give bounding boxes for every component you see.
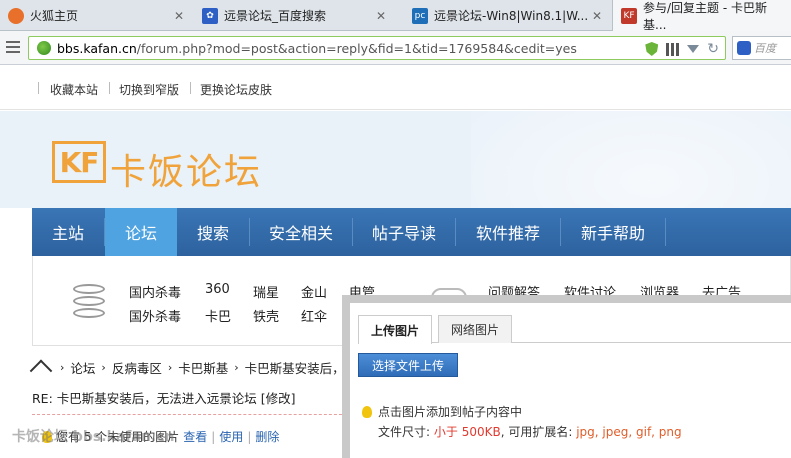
close-icon[interactable]: ✕ — [174, 9, 184, 23]
breadcrumb-thread[interactable]: 卡巴斯基安装后，无 — [245, 358, 358, 377]
url-domain: bbs.kafan.cn — [57, 40, 137, 56]
sub-link-intl-antivirus[interactable]: 国外杀毒 — [129, 306, 181, 325]
chevron-right-icon: › — [60, 360, 65, 374]
browser-tab-firefox-home[interactable]: 火狐主页 ✕ — [0, 0, 192, 31]
top-links-bar: 收藏本站 切换到窄版 更换论坛皮肤 — [0, 66, 791, 110]
kafan-logo-text[interactable]: 卡饭论坛 — [110, 143, 262, 195]
chevron-right-icon: › — [167, 360, 173, 374]
address-bar[interactable]: bbs.kafan.cn/forum.php?mod=post&action=r… — [28, 36, 726, 60]
change-skin-link[interactable]: 更换论坛皮肤 — [200, 81, 272, 98]
sub-link-360[interactable]: 360 — [205, 282, 230, 297]
divider: | — [247, 429, 252, 444]
image-upload-dialog: 上传图片 网络图片 选择文件上传 点击图片添加到帖子内容中 文件尺寸: 小于 5… — [342, 295, 791, 458]
refresh-icon[interactable]: ↻ — [707, 41, 719, 57]
forum-banner: KF 卡饭论坛 — [0, 111, 791, 208]
firefox-icon — [8, 7, 24, 24]
breadcrumb-kaspersky[interactable]: 卡巴斯基 — [178, 358, 228, 377]
sub-link-avira[interactable]: 红伞 — [301, 306, 327, 325]
kafan-logo-mark[interactable]: KF — [52, 141, 106, 183]
sub-link-ironshell[interactable]: 铁壳 — [253, 306, 279, 325]
divider: | — [211, 429, 216, 444]
pcbeta-icon: pc — [412, 7, 428, 24]
choose-file-button[interactable]: 选择文件上传 — [358, 353, 458, 377]
browser-tab-baidu-search[interactable]: ✿ 远景论坛_百度搜索 ✕ — [194, 0, 394, 31]
delete-attachments-link[interactable]: 删除 — [255, 428, 279, 445]
sub-link-kingsoft[interactable]: 金山 — [301, 282, 327, 301]
view-attachments-link[interactable]: 查看 — [183, 428, 207, 445]
dropdown-icon[interactable] — [687, 45, 700, 53]
dialog-tabs: 上传图片 网络图片 — [358, 315, 791, 344]
size-label: 文件尺寸: — [378, 425, 431, 439]
search-placeholder: 百度 — [754, 42, 776, 55]
chevron-right-icon: › — [101, 360, 106, 374]
dialog-body: 上传图片 网络图片 选择文件上传 点击图片添加到帖子内容中 文件尺寸: 小于 5… — [350, 303, 791, 458]
home-icon[interactable] — [32, 360, 48, 374]
file-size-info: 文件尺寸: 小于 500KB, 可用扩展名: jpg, jpeg, gif, p… — [378, 423, 682, 440]
nav-home[interactable]: 主站 — [32, 208, 104, 256]
nav-help[interactable]: 新手帮助 — [561, 208, 665, 256]
browser-navbar: bbs.kafan.cn/forum.php?mod=post&action=r… — [0, 31, 791, 65]
browser-tab-kafan-reply[interactable]: KF 参与/回复主题 - 卡巴斯基... — [612, 0, 791, 32]
baidu-icon — [737, 41, 751, 55]
qr-code-icon[interactable] — [666, 42, 680, 56]
sub-link-kaspersky[interactable]: 卡巴 — [205, 306, 231, 325]
site-identity-icon[interactable] — [37, 41, 51, 55]
lightbulb-icon — [362, 405, 372, 418]
divider — [190, 82, 191, 94]
tab-web-image[interactable]: 网络图片 — [438, 315, 513, 343]
post-title: RE: 卡巴斯基安装后，无法进入远景论坛 [修改] — [32, 391, 296, 406]
shield-icon[interactable] — [645, 42, 659, 56]
tab-title: 远景论坛-Win8|Win8.1|W... — [434, 9, 589, 23]
menu-icon[interactable] — [6, 41, 20, 53]
database-icon — [73, 284, 105, 318]
ext-value: jpg, jpeg, gif, png — [576, 425, 682, 439]
tab-title: 远景论坛_百度搜索 — [224, 9, 327, 23]
tab-title: 火狐主页 — [30, 9, 79, 23]
divider — [32, 414, 352, 415]
unused-attachments-text: 您有 5 个未使用的图片 — [56, 430, 180, 444]
nav-security[interactable]: 安全相关 — [250, 208, 352, 256]
unused-attachments-row: 您有 5 个未使用的图片 查看 | 使用 | 删除 — [42, 428, 283, 445]
chevron-right-icon: › — [234, 360, 239, 374]
main-nav: 主站 论坛 搜索 安全相关 帖子导读 软件推荐 新手帮助 — [32, 208, 791, 256]
browser-tab-pcbeta[interactable]: pc 远景论坛-Win8|Win8.1|W... ✕ — [404, 0, 610, 31]
size-value: 小于 500KB — [433, 425, 501, 439]
kafan-icon: KF — [621, 7, 637, 24]
nav-software[interactable]: 软件推荐 — [456, 208, 560, 256]
close-icon[interactable]: ✕ — [376, 9, 386, 23]
sub-link-cn-antivirus[interactable]: 国内杀毒 — [129, 282, 181, 301]
baidu-icon: ✿ — [202, 7, 218, 24]
narrow-mode-link[interactable]: 切换到窄版 — [119, 81, 179, 98]
nav-guide[interactable]: 帖子导读 — [353, 208, 455, 256]
tab-upload-image[interactable]: 上传图片 — [358, 315, 433, 344]
browser-search-box[interactable]: 百度 — [732, 36, 791, 60]
bookmark-site-link[interactable]: 收藏本站 — [50, 81, 98, 98]
divider — [38, 82, 39, 94]
nav-forum[interactable]: 论坛 — [105, 208, 177, 256]
hint-text: 点击图片添加到帖子内容中 — [378, 405, 523, 419]
breadcrumb-forum[interactable]: 论坛 — [70, 358, 95, 377]
use-attachments-link[interactable]: 使用 — [219, 428, 243, 445]
divider — [665, 218, 666, 246]
url-path: /forum.php?mod=post&action=reply&fid=1&t… — [136, 40, 577, 56]
upload-hint: 点击图片添加到帖子内容中 — [362, 403, 522, 420]
nav-search[interactable]: 搜索 — [177, 208, 249, 256]
lightbulb-icon — [42, 430, 52, 443]
ext-label: , 可用扩展名: — [500, 425, 573, 439]
breadcrumb: › 论坛 › 反病毒区 › 卡巴斯基 › 卡巴斯基安装后，无 — [32, 357, 357, 377]
close-icon[interactable]: ✕ — [592, 9, 602, 23]
divider — [109, 82, 110, 94]
breadcrumb-antivirus[interactable]: 反病毒区 — [112, 358, 162, 377]
browser-tab-strip: 火狐主页 ✕ ✿ 远景论坛_百度搜索 ✕ pc 远景论坛-Win8|Win8.1… — [0, 0, 791, 32]
tab-title: 参与/回复主题 - 卡巴斯基... — [643, 0, 768, 32]
sub-link-rising[interactable]: 瑞星 — [253, 282, 279, 301]
